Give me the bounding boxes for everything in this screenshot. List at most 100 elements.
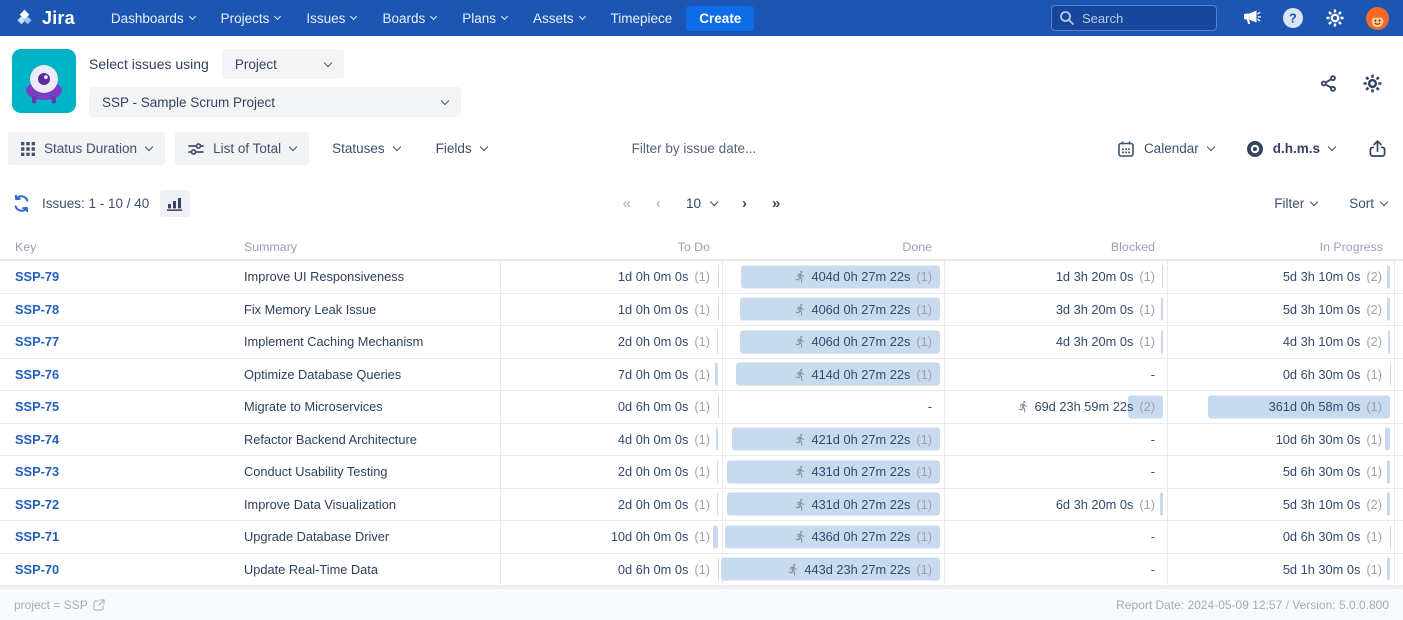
jira-brand[interactable]: Jira [14,8,75,29]
issue-key-link[interactable]: SSP-77 [15,334,59,349]
cell-done: 436d 0h 27m 22s(1) [722,521,944,553]
nav-item-boards[interactable]: Boards [382,11,436,26]
duration-bar [713,525,718,548]
chevron-down-icon [1206,143,1214,151]
nav-item-issues[interactable]: Issues [306,11,356,26]
share-icon[interactable] [1319,74,1338,93]
issue-key-link[interactable]: SSP-74 [15,432,59,447]
first-page-button[interactable]: « [623,196,631,211]
duration-value: - [1151,432,1155,447]
cell-summary: Implement Caching Mechanism [232,326,500,358]
issue-key-link[interactable]: SSP-72 [15,497,59,512]
cell-summary: Upgrade Database Driver [232,521,500,553]
cell-summary: Improve UI Responsiveness [232,261,500,293]
statuses-dropdown[interactable]: Statuses [319,132,413,165]
external-link-icon[interactable] [93,599,105,611]
cell-key: SSP-75 [0,391,232,423]
duration-value: 414d 0h 27m 22s(1) [794,367,932,382]
toolbar-right: Calendar d.h.m.s [1104,132,1387,165]
duration-value: 361d 0h 58m 0s(1) [1269,399,1382,414]
filter-by-issue-date-input[interactable]: Filter by issue date... [632,141,757,156]
nav-icon-group: ? [1241,7,1389,30]
cell-key: SSP-74 [0,424,232,456]
cell-summary: Update Real-Time Data [232,554,500,586]
column-header-inprogress: In Progress [1167,240,1395,254]
cell-summary: Optimize Database Queries [232,359,500,391]
cell-key: SSP-73 [0,456,232,488]
issue-key-link[interactable]: SSP-71 [15,529,59,544]
issue-key-link[interactable]: SSP-78 [15,302,59,317]
duration-value: 2d 0h 0m 0s(1) [618,334,710,349]
refresh-icon[interactable] [12,194,31,213]
next-page-button[interactable]: › [742,196,747,211]
cell-summary: Migrate to Microservices [232,391,500,423]
prev-page-button[interactable]: ‹ [656,196,661,211]
help-icon[interactable]: ? [1282,7,1304,29]
issue-key-link[interactable]: SSP-73 [15,464,59,479]
issue-key-link[interactable]: SSP-76 [15,367,59,382]
duration-bar [1161,330,1163,353]
gear-icon[interactable] [1325,8,1345,28]
nav-items: Dashboards Projects Issues Boards Plans … [111,11,672,26]
filter-dropdown[interactable]: Filter [1274,196,1317,211]
page-size-select[interactable]: 10 [686,196,717,211]
grid-icon [21,142,35,156]
last-page-button[interactable]: » [772,196,780,211]
cell-key: SSP-79 [0,261,232,293]
duration-bar [716,428,718,451]
issue-key-link[interactable]: SSP-70 [15,562,59,577]
duration-value: 2d 0h 0m 0s(1) [618,464,710,479]
cell-todo: 1d 0h 0m 0s(1) [500,261,722,293]
export-icon [1368,139,1387,158]
view-mode-dropdown[interactable]: List of Total [175,132,309,165]
nav-item-timepiece[interactable]: Timepiece [611,11,673,26]
megaphone-icon[interactable] [1241,8,1261,28]
cell-blocked: - [944,456,1167,488]
issue-key-link[interactable]: SSP-79 [15,269,59,284]
avatar[interactable] [1366,7,1389,30]
cell-blocked: 1d 3h 20m 0s(1) [944,261,1167,293]
duration-value: 406d 0h 27m 22s(1) [794,302,932,317]
duration-value: - [1151,464,1155,479]
duration-value: - [1151,529,1155,544]
gear-icon[interactable] [1362,73,1383,94]
duration-bar [1160,493,1163,516]
duration-value: 0d 6h 30m 0s(1) [1283,529,1382,544]
issue-source-select[interactable]: Project [222,49,344,79]
top-nav: Jira Dashboards Projects Issues Boards P… [0,0,1403,36]
export-button[interactable] [1368,139,1387,158]
nav-item-projects[interactable]: Projects [221,11,281,26]
cell-blocked: - [944,424,1167,456]
cell-done: 431d 0h 27m 22s(1) [722,489,944,521]
app-logo [12,49,76,113]
project-select[interactable]: SSP - Sample Scrum Project [89,87,461,117]
selector-actions [1319,73,1385,94]
time-units-dropdown[interactable]: d.h.m.s [1233,132,1348,165]
cell-todo: 10d 0h 0m 0s(1) [500,521,722,553]
create-button[interactable]: Create [686,6,754,31]
runner-icon [794,368,807,381]
issue-key-link[interactable]: SSP-75 [15,399,59,414]
cell-done: 404d 0h 27m 22s(1) [722,261,944,293]
cell-blocked: - [944,359,1167,391]
report-type-dropdown[interactable]: Status Duration [8,132,165,165]
duration-value: 404d 0h 27m 22s(1) [794,269,932,284]
cell-blocked: 69d 23h 59m 22s(2) [944,391,1167,423]
fields-dropdown[interactable]: Fields [423,132,500,165]
calendar-dropdown[interactable]: Calendar [1104,132,1227,165]
report-footer: project = SSP Report Date: 2024-05-09 12… [0,589,1403,620]
sliders-icon [188,142,204,156]
sort-dropdown[interactable]: Sort [1349,196,1387,211]
search-input[interactable] [1051,5,1217,31]
runner-icon [787,563,800,576]
table-header: Key Summary To Do Done Blocked In Progre… [0,234,1403,261]
chart-view-button[interactable] [160,190,190,217]
chevron-down-icon [710,197,718,205]
duration-value: - [928,399,932,414]
column-header-summary: Summary [232,240,500,254]
cell-inprogress: 5d 6h 30m 0s(1) [1167,456,1395,488]
duration-bar [1161,298,1163,321]
nav-item-dashboards[interactable]: Dashboards [111,11,195,26]
nav-item-assets[interactable]: Assets [533,11,585,26]
nav-item-plans[interactable]: Plans [462,11,507,26]
